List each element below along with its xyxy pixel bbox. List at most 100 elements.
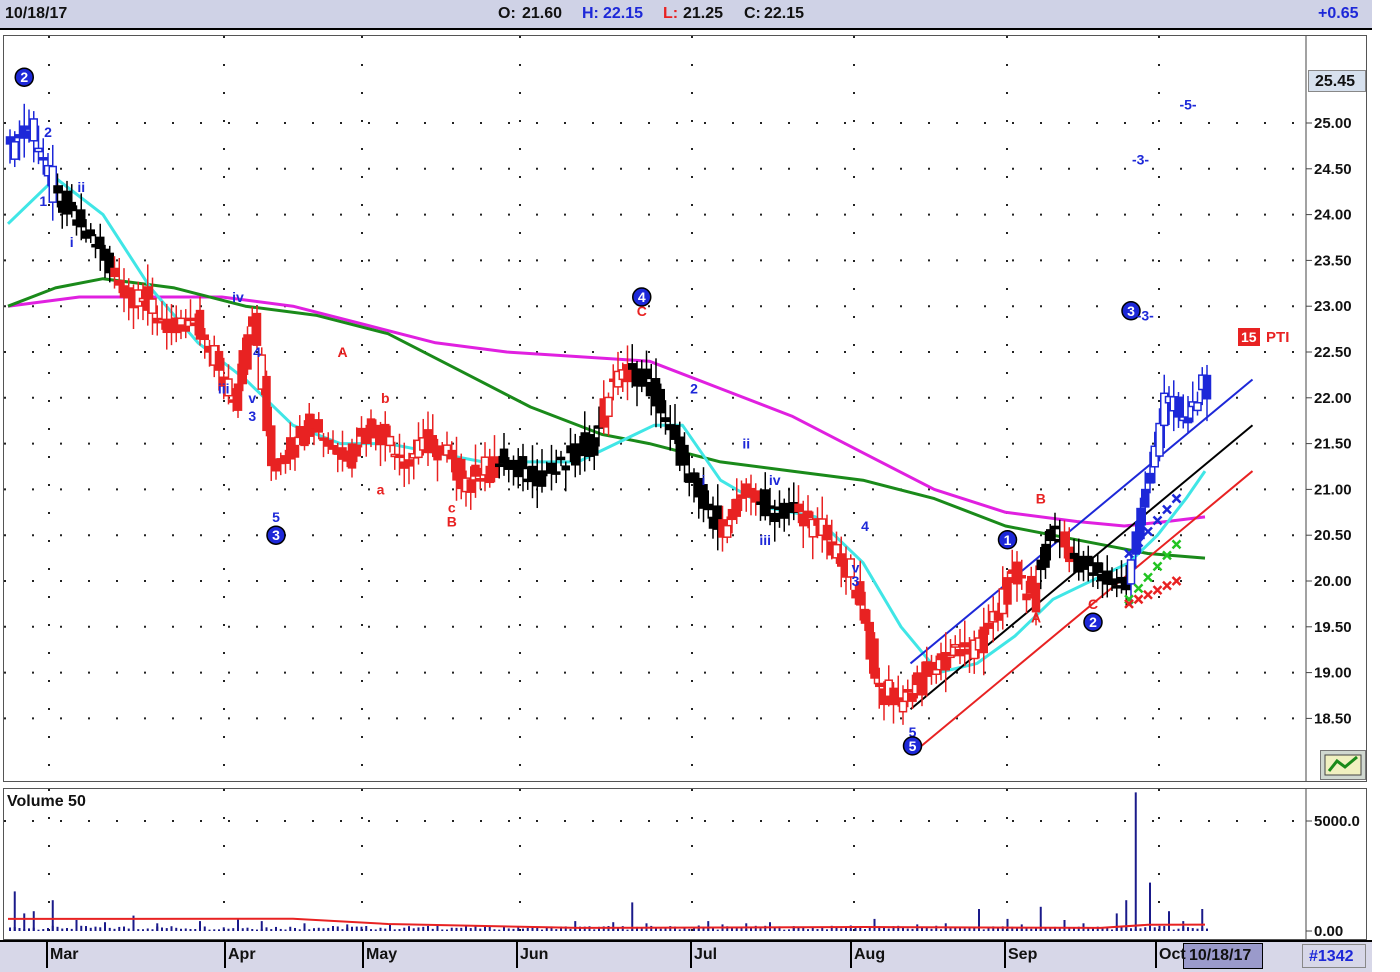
candle-body <box>115 279 124 286</box>
candle-body <box>110 267 119 278</box>
candle-body <box>1174 396 1183 418</box>
ohlc-header: 10/18/17 O: 21.60 H: 22.15 L: 21.25 C: 2… <box>0 0 1372 30</box>
candle-body <box>290 444 300 458</box>
candle-body <box>53 185 62 194</box>
y-tick-label: 19.00 <box>1314 665 1352 682</box>
chart-id-label: #1342 <box>1309 948 1354 965</box>
candle-body <box>20 125 29 139</box>
month-label: Aug <box>854 946 886 963</box>
wave-label: 2 <box>20 69 28 85</box>
candle-body <box>604 396 613 418</box>
wave-label: 3 <box>248 408 256 424</box>
chart-tools-button[interactable] <box>1320 750 1366 780</box>
wave-label: -3- <box>1132 152 1149 168</box>
candle-body <box>908 693 917 702</box>
candle-body <box>1136 507 1145 540</box>
last-price-flag: 25.45 <box>1308 70 1366 92</box>
low-label: L: <box>663 5 679 22</box>
candle-body <box>547 462 556 474</box>
month-tick <box>224 942 226 968</box>
target-marker <box>1152 585 1163 596</box>
candle-body <box>338 447 347 460</box>
candle-body <box>765 505 775 509</box>
pti-value: 15 <box>1238 328 1260 346</box>
target-marker <box>1171 576 1182 586</box>
candle-body <box>927 661 936 670</box>
price-chart[interactable]: 18.50 19.00 19.50 20.00 20.50 21.00 21.50 22.00… <box>4 36 1366 781</box>
candle-body <box>960 642 969 648</box>
candle-body <box>917 674 927 696</box>
candle-body <box>1050 525 1060 530</box>
candle-body <box>680 444 689 466</box>
candle-body <box>243 334 252 370</box>
pti-label: PTI <box>1266 329 1290 346</box>
vol-y-tick-label: 0.00 <box>1314 923 1343 939</box>
candle-body <box>1112 585 1121 589</box>
candle-body <box>732 498 741 517</box>
candle-body <box>1183 417 1193 424</box>
candle-body <box>10 141 19 160</box>
chart-window: 10/18/17 O: 21.60 H: 22.15 L: 21.25 C: 2… <box>0 0 1400 972</box>
candle-body <box>1193 401 1202 412</box>
y-tick-label: 23.50 <box>1314 252 1352 269</box>
y-tick-label: 20.00 <box>1314 573 1352 590</box>
candle-body <box>1060 531 1069 548</box>
candle-body <box>979 626 988 654</box>
candle-body <box>77 209 86 228</box>
volume-panel[interactable]: 0.00 5000.0 Volume 50 <box>3 788 1367 940</box>
price-panel[interactable]: 18.50 19.00 19.50 20.00 20.50 21.00 21.50 22.00… <box>3 35 1367 782</box>
candle-body <box>328 445 338 450</box>
y-tick-label: 20.50 <box>1314 527 1352 544</box>
y-tick-label: 24.50 <box>1314 161 1352 178</box>
candle-body <box>875 682 884 688</box>
change-value: +0.65 <box>1318 5 1359 22</box>
candle-body <box>822 524 832 541</box>
y-tick-label: 24.00 <box>1314 207 1352 224</box>
month-label: Mar <box>50 946 79 963</box>
candle-body <box>352 444 361 457</box>
target-marker <box>1143 589 1153 600</box>
candle-body <box>1126 559 1136 585</box>
tools-icon <box>1324 754 1362 776</box>
high-value: 22.15 <box>603 5 644 22</box>
candle-body <box>495 463 504 468</box>
last-price-label: 25.45 <box>1315 73 1356 90</box>
target-marker <box>1162 504 1172 515</box>
wave-label: A <box>337 344 347 360</box>
month-tick <box>1155 942 1157 968</box>
target-marker <box>1133 594 1144 605</box>
wave-label: a <box>377 481 385 497</box>
candle-body <box>1003 577 1012 605</box>
candle-body <box>656 388 665 414</box>
month-tick <box>362 942 364 968</box>
wave-label: v <box>248 390 256 406</box>
low-value: 21.25 <box>683 5 724 22</box>
target-marker <box>1171 493 1182 504</box>
candle-body <box>466 479 475 493</box>
candle-body <box>404 459 414 467</box>
candle-body <box>1155 422 1164 457</box>
close-value: 22.15 <box>764 5 805 22</box>
y-tick-label: 25.00 <box>1314 115 1352 132</box>
wave-label: 2 <box>1089 614 1097 630</box>
wave-label: 4 <box>861 518 869 534</box>
wave-label: C <box>1088 596 1098 612</box>
wave-label: 2 <box>690 381 698 397</box>
wave-label: iv <box>769 472 781 488</box>
candle-body <box>29 118 38 142</box>
candle-body <box>751 490 760 503</box>
candle-body <box>837 553 846 567</box>
high-label: H: <box>582 5 599 22</box>
volume-chart[interactable]: 0.00 5000.0 <box>4 789 1366 939</box>
wave-label: 3 <box>1127 303 1135 319</box>
candle-body <box>903 689 912 693</box>
y-tick-label: 21.00 <box>1314 481 1352 498</box>
candle-body <box>955 649 965 657</box>
candle-body <box>984 622 993 629</box>
candle-body <box>898 700 908 713</box>
candle-body <box>86 229 95 237</box>
month-tick <box>46 942 48 968</box>
candle-body <box>252 312 262 346</box>
target-marker <box>1152 561 1163 572</box>
candle-body <box>1084 555 1093 567</box>
